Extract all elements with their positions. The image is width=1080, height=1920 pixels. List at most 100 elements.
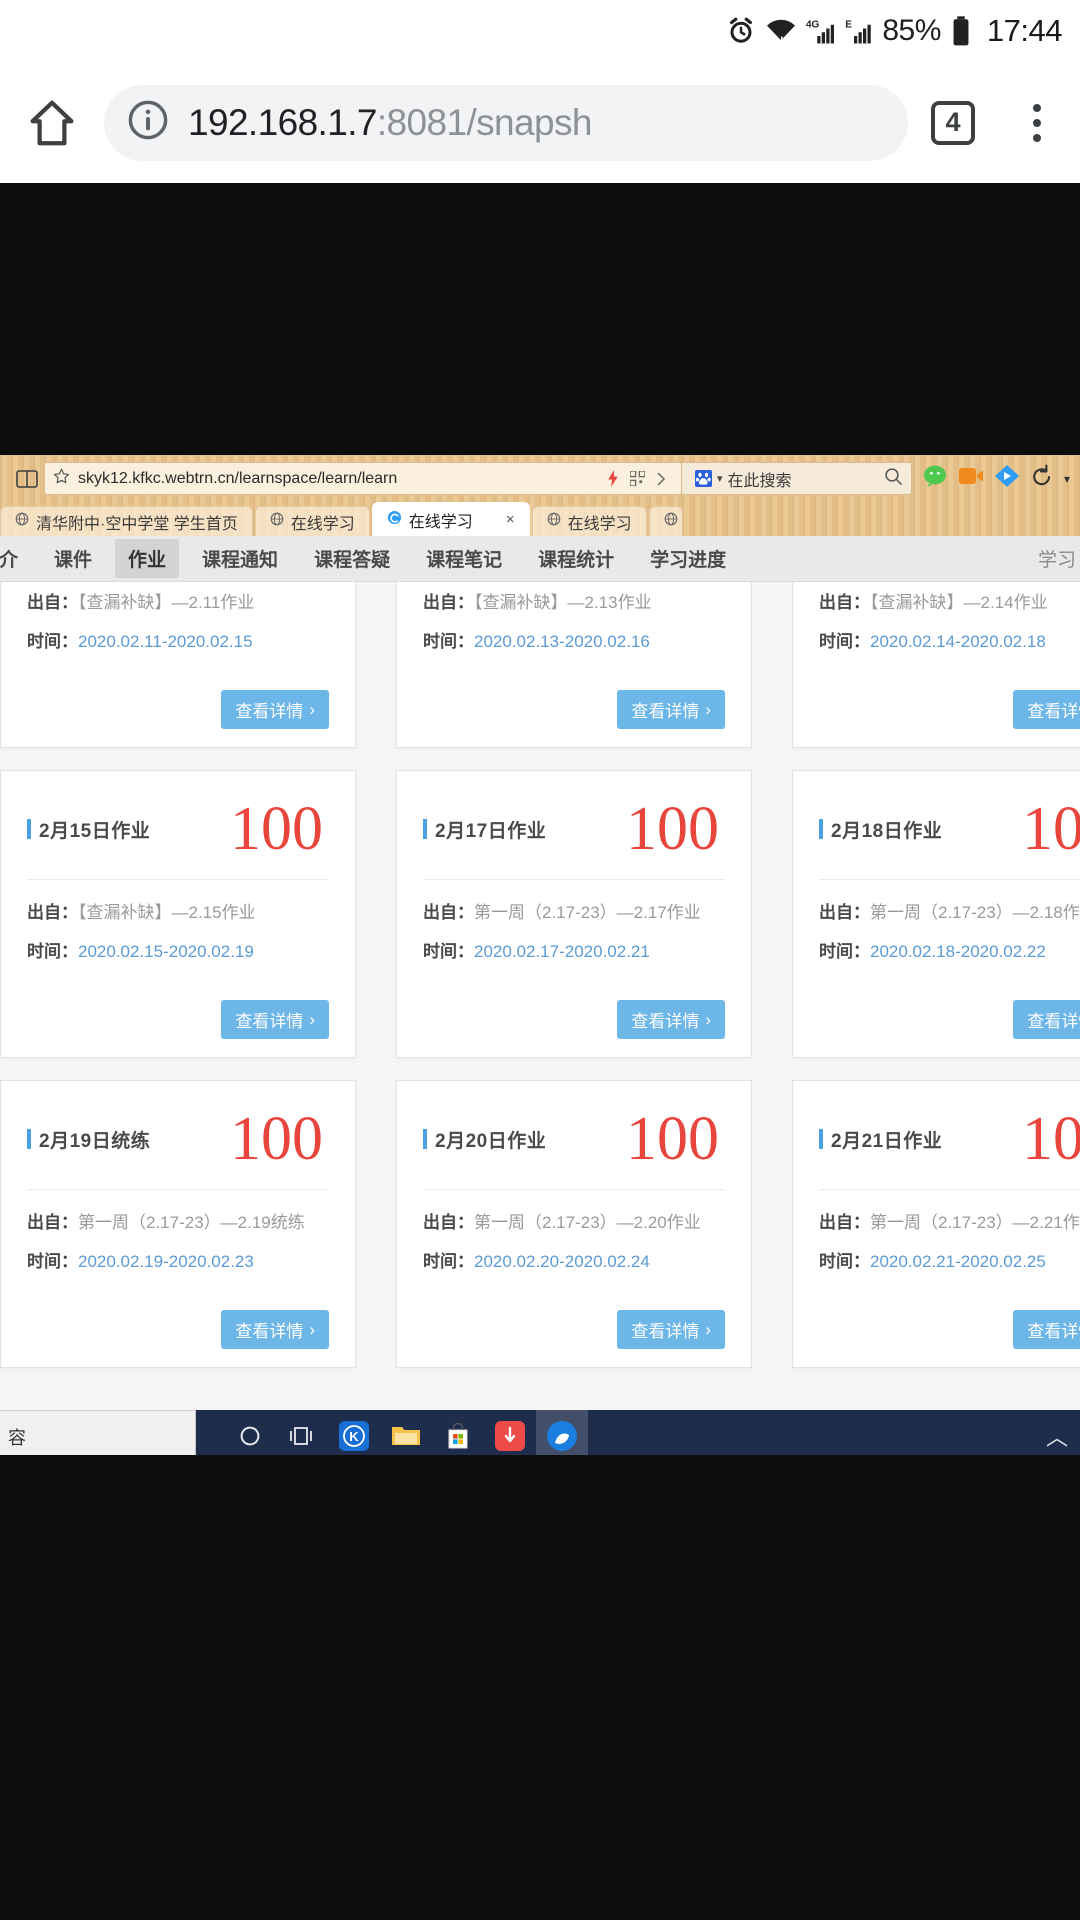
- card-title-label: 2月18日作业: [831, 820, 943, 842]
- letterbox-top: [0, 183, 1080, 455]
- play-icon[interactable]: [994, 464, 1020, 493]
- tray-chevron-icon[interactable]: ︿: [1046, 1420, 1080, 1452]
- card-time-line: 时间：2020.02.18-2020.02.22: [819, 937, 1080, 962]
- qrcode-icon[interactable]: [629, 471, 645, 486]
- card-title: 2月20日作业: [423, 1126, 546, 1153]
- browser-tab[interactable]: 清华附中·空中学堂 学生首页: [0, 506, 253, 536]
- homework-card[interactable]: 2月19日统练 100 出自：第一周（2.17-23）—2.19统练 时间：20…: [0, 1080, 356, 1368]
- nav-item-qa[interactable]: 课程答疑: [301, 539, 403, 578]
- engine-dropdown-caret[interactable]: ▾: [717, 472, 723, 485]
- divider: [423, 1189, 725, 1190]
- homework-card[interactable]: 2月14日作业 100 出自：【查漏补缺】—2.14作业 时间：2020.02.…: [792, 582, 1080, 748]
- svg-text:K: K: [349, 1429, 359, 1444]
- view-detail-button[interactable]: 查看详情 ›: [221, 690, 329, 729]
- nav-item-notes[interactable]: 课程笔记: [413, 539, 515, 578]
- star-icon[interactable]: [53, 468, 70, 490]
- browser-tab[interactable]: 在线学习: [254, 506, 370, 536]
- info-icon[interactable]: [126, 98, 170, 147]
- card-time-label: 时间：: [423, 942, 474, 961]
- task-view-icon[interactable]: [276, 1410, 328, 1455]
- lightning-icon[interactable]: [606, 470, 620, 487]
- homework-card[interactable]: 2月13日作业 100 出自：【查漏补缺】—2.13作业 时间：2020.02.…: [396, 582, 752, 748]
- card-source-value: 【查漏补缺】—2.13作业: [474, 593, 652, 612]
- browser-tab[interactable]: 在线学习: [531, 506, 647, 536]
- wechat-icon[interactable]: [922, 464, 948, 493]
- browser-tab-active[interactable]: 在线学习 ×: [371, 502, 530, 536]
- card-time-value: 2020.02.17-2020.02.21: [474, 942, 650, 961]
- file-explorer-icon[interactable]: [380, 1410, 432, 1455]
- homework-card[interactable]: 2月15日作业 100 出自：【查漏补缺】—2.15作业 时间：2020.02.…: [0, 770, 356, 1058]
- card-time-line: 时间：2020.02.11-2020.02.15: [27, 627, 329, 652]
- view-detail-button[interactable]: 查看详情 ›: [221, 1310, 329, 1349]
- wps-office-icon[interactable]: K: [328, 1410, 380, 1455]
- nav-item-progress[interactable]: 学习进度: [637, 539, 739, 578]
- card-time-line: 时间：2020.02.20-2020.02.24: [423, 1247, 725, 1272]
- card-source-label: 出自：: [423, 593, 474, 612]
- view-detail-button[interactable]: 查看详情 ›: [1013, 1310, 1080, 1349]
- homework-card[interactable]: 2月11日作业 100 出自：【查漏补缺】—2.11作业 时间：2020.02.…: [0, 582, 356, 748]
- search-icon[interactable]: [884, 467, 903, 491]
- close-icon[interactable]: ×: [506, 511, 515, 528]
- nav-item-statistics[interactable]: 课程统计: [525, 539, 627, 578]
- view-detail-button[interactable]: 查看详情 ›: [221, 1000, 329, 1039]
- divider: [819, 1189, 1080, 1190]
- nav-item-courseware[interactable]: 课件: [41, 539, 105, 578]
- card-title: 2月17日作业: [423, 816, 546, 843]
- globe-icon: [547, 512, 561, 531]
- cortana-icon[interactable]: [224, 1410, 276, 1455]
- accent-bar-icon: [819, 819, 823, 839]
- nav-item-homework[interactable]: 作业: [115, 539, 180, 578]
- homework-card[interactable]: 2月17日作业 100 出自：第一周（2.17-23）—2.17作业 时间：20…: [396, 770, 752, 1058]
- video-recorder-icon[interactable]: [958, 465, 984, 492]
- homework-card[interactable]: 2月21日作业 100 出自：第一周（2.17-23）—2.21作业 时间：20…: [792, 1080, 1080, 1368]
- svg-text:E: E: [846, 19, 853, 30]
- remote-search-box[interactable]: ▾ 在此搜索: [681, 462, 912, 495]
- browser-tab[interactable]: [648, 506, 683, 536]
- homework-card[interactable]: 2月18日作业 100 出自：第一周（2.17-23）—2.18作业 时间：20…: [792, 770, 1080, 1058]
- nav-item-study-right[interactable]: 学习: [1038, 545, 1080, 572]
- baidu-paw-icon[interactable]: [694, 470, 712, 487]
- omnibox[interactable]: 192.168.1.7:8081/snapsh: [104, 84, 908, 161]
- nav-item-intro[interactable]: 介: [0, 539, 31, 578]
- chrome-menu-button[interactable]: [994, 103, 1080, 142]
- homework-card[interactable]: 2月20日作业 100 出自：第一周（2.17-23）—2.20作业 时间：20…: [396, 1080, 752, 1368]
- home-button[interactable]: [0, 96, 104, 150]
- card-score: 100: [1022, 795, 1080, 863]
- tab-switcher-button[interactable]: 4: [912, 100, 994, 145]
- nav-item-notice[interactable]: 课程通知: [189, 539, 291, 578]
- homework-cards-viewport[interactable]: 2月11日作业 100 出自：【查漏补缺】—2.11作业 时间：2020.02.…: [0, 582, 1080, 1410]
- chevron-right-icon: ›: [309, 1319, 315, 1339]
- card-source-value: 第一周（2.17-23）—2.19统练: [78, 1213, 305, 1232]
- chevron-right-icon[interactable]: [655, 472, 668, 486]
- view-detail-button[interactable]: 查看详情 ›: [1013, 1000, 1080, 1039]
- chevron-right-icon: ›: [309, 1009, 315, 1029]
- card-time-value: 2020.02.15-2020.02.19: [78, 942, 254, 961]
- microsoft-store-icon[interactable]: [432, 1410, 484, 1455]
- omnibox-url[interactable]: 192.168.1.7:8081/snapsh: [188, 102, 592, 144]
- sidebar-panel-icon[interactable]: [10, 469, 44, 489]
- globe-icon: [15, 512, 29, 531]
- card-source-label: 出自：: [423, 903, 474, 922]
- refresh-icon[interactable]: [1030, 464, 1054, 493]
- 360-browser-icon[interactable]: [536, 1410, 588, 1455]
- toolbar-overflow-caret[interactable]: ▾: [1064, 472, 1070, 486]
- view-detail-button[interactable]: 查看详情 ›: [617, 690, 725, 729]
- download-status-bar[interactable]: 容: [0, 1410, 196, 1455]
- vivaldi-icon[interactable]: [484, 1410, 536, 1455]
- view-detail-button[interactable]: 查看详情 ›: [617, 1000, 725, 1039]
- card-time-value: 2020.02.11-2020.02.15: [78, 632, 253, 651]
- view-detail-button[interactable]: 查看详情 ›: [1013, 690, 1080, 729]
- card-time-label: 时间：: [423, 632, 474, 651]
- card-score: 100: [230, 795, 323, 863]
- letterbox-bottom: [0, 1455, 1080, 1920]
- card-time-value: 2020.02.13-2020.02.16: [474, 632, 650, 651]
- view-detail-button[interactable]: 查看详情 ›: [617, 1310, 725, 1349]
- browser-tab-label: 在线学习: [290, 515, 355, 533]
- card-source-label: 出自：: [819, 593, 870, 612]
- remote-search-placeholder: 在此搜索: [727, 472, 792, 490]
- card-source-line: 出自：【查漏补缺】—2.14作业: [819, 588, 1080, 613]
- alarm-icon: [730, 17, 753, 43]
- card-title-label: 2月20日作业: [435, 1130, 547, 1152]
- remote-url-bar[interactable]: skyk12.kfkc.webtrn.cn/learnspace/learn/l…: [44, 462, 682, 495]
- card-source-label: 出自：: [819, 1213, 870, 1232]
